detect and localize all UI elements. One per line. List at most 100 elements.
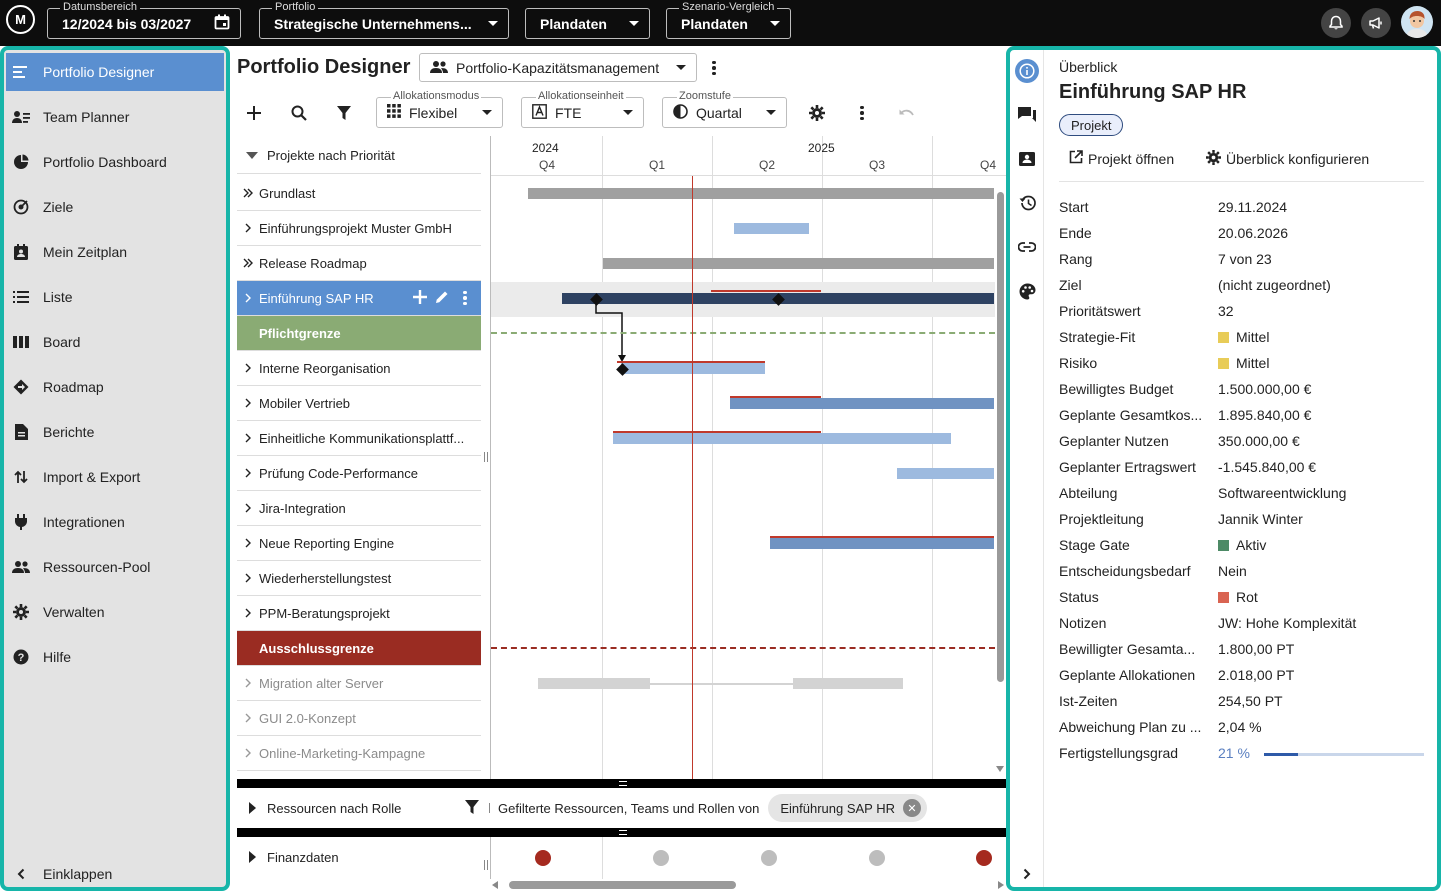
announcements-button[interactable]: [1361, 8, 1391, 38]
gantt-bar[interactable]: [897, 468, 994, 479]
filter-icon[interactable]: [333, 102, 355, 124]
sidebar-collapse-button[interactable]: Einklappen: [6, 855, 224, 893]
scroll-right-icon[interactable]: [998, 881, 1004, 889]
project-row-gui-konzept[interactable]: GUI 2.0-Konzept: [237, 701, 481, 736]
project-row-wiederherstellungstest[interactable]: Wiederherstellungstest: [237, 561, 481, 596]
project-row-jira-integration[interactable]: Jira-Integration: [237, 491, 481, 526]
gantt-bar[interactable]: [538, 678, 650, 689]
comments-icon[interactable]: [1017, 105, 1037, 125]
toolbar-more-button[interactable]: [854, 103, 870, 123]
column-resize-handle[interactable]: [484, 452, 488, 462]
info-icon[interactable]: [1015, 59, 1039, 83]
undo-icon[interactable]: [896, 102, 918, 124]
add-icon[interactable]: [413, 289, 427, 307]
view-select[interactable]: Portfolio-Kapazitätsmanagement: [419, 53, 697, 82]
notifications-button[interactable]: [1321, 8, 1351, 38]
sidebar-item-import-export[interactable]: Import & Export: [6, 458, 224, 496]
project-row-code-performance[interactable]: Prüfung Code-Performance: [237, 456, 481, 491]
sidebar-item-mein-zeitplan[interactable]: Mein Zeitplan: [6, 233, 224, 271]
open-project-button[interactable]: Projekt öffnen: [1069, 150, 1174, 167]
project-row-einfuehrung-sap-hr[interactable]: Einführung SAP HR: [237, 281, 481, 316]
sidebar-item-portfolio-designer[interactable]: Portfolio Designer: [6, 53, 224, 91]
project-filter-chip[interactable]: Einführung SAP HR ✕: [768, 794, 928, 822]
project-row-reporting-engine[interactable]: Neue Reporting Engine: [237, 526, 481, 561]
scroll-down-icon[interactable]: [996, 766, 1004, 772]
allocation-mode-select[interactable]: Allokationsmodus Flexibel: [376, 90, 503, 128]
gantt-bar[interactable]: [621, 363, 765, 374]
filter-icon[interactable]: [465, 799, 479, 817]
projects-group-header[interactable]: Projekte nach Priorität: [237, 138, 481, 174]
history-icon[interactable]: [1017, 193, 1037, 213]
calendar-icon[interactable]: [214, 14, 230, 33]
chevron-right-icon[interactable]: [237, 468, 259, 478]
scenario-select[interactable]: Szenario-Vergleich Plandaten: [666, 0, 791, 39]
horizontal-scrollbar[interactable]: [509, 881, 736, 889]
gantt-bar[interactable]: [770, 538, 994, 549]
contact-card-icon[interactable]: [1017, 149, 1037, 169]
chevron-right-icon[interactable]: [237, 748, 259, 758]
sidebar-item-verwalten[interactable]: Verwalten: [6, 593, 224, 631]
project-row-ppm-beratungsprojekt[interactable]: PPM-Beratungsprojekt: [237, 596, 481, 631]
project-row-interne-reorganisation[interactable]: Interne Reorganisation: [237, 351, 481, 386]
edit-icon[interactable]: [435, 290, 449, 307]
double-chevron-right-icon[interactable]: [237, 188, 259, 198]
project-row-release-roadmap[interactable]: Release Roadmap: [237, 246, 481, 281]
project-row-einfuehrungsprojekt-muster[interactable]: Einführungsprojekt Muster GmbH: [237, 211, 481, 246]
gantt-bar[interactable]: [613, 433, 951, 444]
more-options-button[interactable]: [706, 58, 722, 78]
add-icon[interactable]: [243, 102, 265, 124]
caret-right-icon[interactable]: [237, 851, 267, 863]
sidebar-item-integrationen[interactable]: Integrationen: [6, 503, 224, 541]
portfolio-select[interactable]: Portfolio Strategische Unternehmens...: [259, 0, 509, 39]
sidebar-item-team-planner[interactable]: Team Planner: [6, 98, 224, 136]
chevron-right-icon[interactable]: [237, 363, 259, 373]
column-resize-handle[interactable]: [484, 860, 488, 870]
sidebar-item-board[interactable]: Board: [6, 323, 224, 361]
row-more-button[interactable]: [457, 288, 473, 308]
sidebar-item-liste[interactable]: Liste: [6, 278, 224, 316]
chevron-right-icon[interactable]: [237, 503, 259, 513]
column-resize-handle[interactable]: [489, 803, 490, 813]
search-icon[interactable]: [288, 102, 310, 124]
sidebar-item-berichte[interactable]: Berichte: [6, 413, 224, 451]
chevron-right-icon[interactable]: [237, 538, 259, 548]
gantt-bar[interactable]: [793, 678, 903, 689]
sidebar-item-hilfe[interactable]: ? Hilfe: [6, 638, 224, 676]
chevron-right-icon[interactable]: [237, 433, 259, 443]
palette-icon[interactable]: [1017, 281, 1037, 301]
project-row-mobiler-vertrieb[interactable]: Mobiler Vertrieb: [237, 386, 481, 421]
vertical-scrollbar[interactable]: [997, 192, 1004, 682]
project-row-migration-alter-server[interactable]: Migration alter Server: [237, 666, 481, 701]
project-row-kommunikationsplattform[interactable]: Einheitliche Kommunikationsplattf...: [237, 421, 481, 456]
gantt-chart[interactable]: 2024 2025 Q4 Q1 Q2 Q3 Q4: [490, 136, 1006, 779]
sidebar-item-portfolio-dashboard[interactable]: Portfolio Dashboard: [6, 143, 224, 181]
sidebar-item-ziele[interactable]: Ziele: [6, 188, 224, 226]
chevron-right-icon[interactable]: [237, 223, 259, 233]
chevron-right-icon[interactable]: [1017, 864, 1037, 884]
caret-right-icon[interactable]: [237, 802, 267, 814]
allocation-unit-select[interactable]: Allokationseinheit FTE: [521, 90, 644, 128]
date-range-field[interactable]: Datumsbereich 12/2024 bis 03/2027: [47, 0, 241, 39]
project-row-online-marketing[interactable]: Online-Marketing-Kampagne: [237, 736, 481, 771]
configure-overview-button[interactable]: Überblick konfigurieren: [1206, 150, 1369, 168]
chevron-right-icon[interactable]: [237, 608, 259, 618]
gantt-bar[interactable]: [730, 398, 994, 409]
plandaten-select[interactable]: Plandaten: [525, 8, 650, 39]
avatar[interactable]: [1401, 6, 1433, 38]
double-chevron-right-icon[interactable]: [237, 258, 259, 268]
project-row-grundlast[interactable]: Grundlast: [237, 176, 481, 211]
link-icon[interactable]: [1017, 237, 1037, 257]
sidebar-item-roadmap[interactable]: Roadmap: [6, 368, 224, 406]
panel-splitter[interactable]: [237, 828, 1007, 837]
chevron-right-icon[interactable]: [237, 713, 259, 723]
zoom-level-select[interactable]: Zoomstufe Quartal: [662, 90, 787, 128]
app-logo[interactable]: M: [6, 5, 35, 34]
chevron-right-icon[interactable]: [237, 398, 259, 408]
project-row-ausschlussgrenze[interactable]: Ausschlussgrenze: [237, 631, 481, 666]
project-row-pflichtgrenze[interactable]: Pflichtgrenze: [237, 316, 481, 351]
scroll-left-icon[interactable]: [492, 881, 498, 889]
chevron-right-icon[interactable]: [237, 573, 259, 583]
settings-icon[interactable]: [806, 102, 828, 124]
chevron-right-icon[interactable]: [237, 293, 259, 303]
close-icon[interactable]: ✕: [903, 799, 922, 817]
